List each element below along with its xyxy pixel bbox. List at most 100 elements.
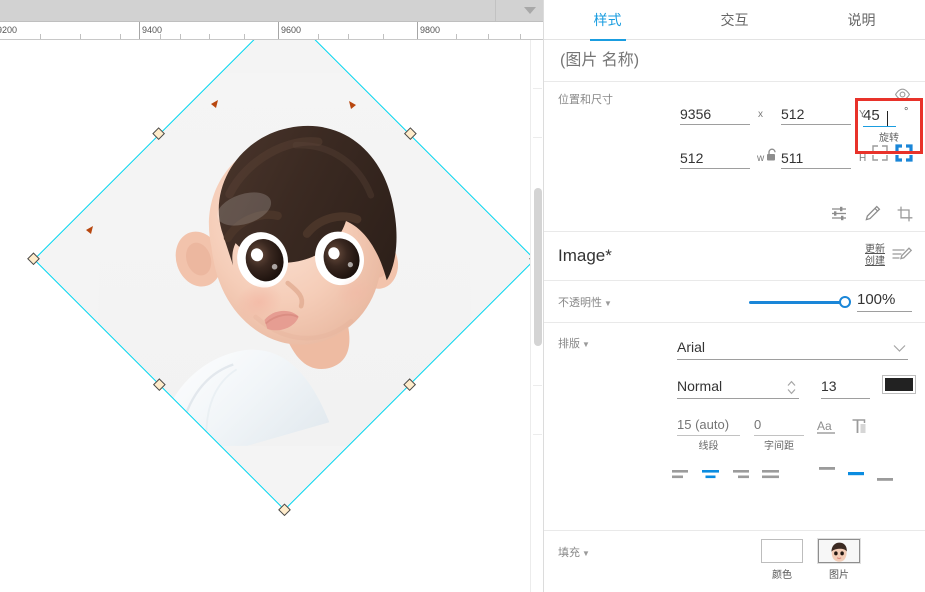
x-field[interactable] bbox=[680, 104, 750, 125]
width-suffix: w bbox=[757, 153, 765, 164]
avatar-artwork bbox=[98, 73, 471, 472]
align-left-icon[interactable] bbox=[672, 468, 691, 485]
width-field[interactable] bbox=[680, 148, 750, 169]
y-input[interactable] bbox=[781, 104, 851, 123]
height-suffix: H bbox=[859, 153, 867, 164]
y-field[interactable] bbox=[781, 104, 851, 125]
horizontal-ruler[interactable]: 9200 9400 9600 9800 bbox=[0, 22, 543, 40]
fill-section: 填充 ▼ 颜色 图片 bbox=[544, 531, 925, 592]
rotation-input[interactable] bbox=[863, 107, 896, 124]
opacity-section: 不透明性 ▼ bbox=[544, 281, 925, 323]
text-clear-format-icon[interactable] bbox=[851, 418, 867, 439]
font-weight-input[interactable] bbox=[677, 376, 799, 395]
opacity-label[interactable]: 不透明性 ▼ bbox=[558, 294, 612, 310]
svg-text:Aa: Aa bbox=[817, 419, 832, 433]
position-size-section: 位置和尺寸 x Y bbox=[544, 82, 925, 232]
resize-mode-icons bbox=[871, 144, 913, 165]
fit-icon[interactable] bbox=[871, 144, 889, 165]
font-family-field[interactable] bbox=[677, 337, 908, 360]
chevron-down-icon[interactable] bbox=[524, 7, 536, 14]
chevron-down-icon[interactable]: ▼ bbox=[582, 340, 590, 349]
object-name-row bbox=[544, 40, 925, 82]
tab-style[interactable]: 样式 bbox=[544, 0, 671, 40]
chevron-down-icon[interactable] bbox=[893, 342, 906, 356]
color-fill-swatch[interactable] bbox=[761, 539, 803, 563]
rotation-field[interactable] bbox=[863, 107, 896, 127]
line-height-label: 线段 bbox=[698, 441, 719, 452]
align-right-icon[interactable] bbox=[732, 468, 751, 485]
canvas-vertical-scrollbar[interactable] bbox=[530, 40, 543, 592]
rotation-label: 旋转 bbox=[879, 133, 899, 144]
x-input[interactable] bbox=[680, 104, 750, 123]
pencil-icon[interactable] bbox=[864, 205, 881, 225]
fill-label[interactable]: 填充 ▼ bbox=[558, 544, 590, 560]
panel-tab-bar: 样式 交互 说明 bbox=[544, 0, 925, 40]
letter-spacing-field[interactable] bbox=[754, 415, 804, 436]
align-bottom-icon[interactable] bbox=[877, 474, 895, 488]
fill-label-text: 填充 bbox=[558, 547, 580, 559]
unlock-icon[interactable] bbox=[766, 148, 778, 165]
adjust-sliders-icon[interactable] bbox=[831, 206, 848, 224]
height-input[interactable] bbox=[781, 148, 851, 167]
line-height-field[interactable] bbox=[677, 415, 740, 436]
fill-option-image[interactable]: 图片 bbox=[816, 539, 862, 581]
update-create-link[interactable]: 更新 创建 bbox=[865, 244, 885, 268]
create-label: 创建 bbox=[865, 256, 885, 267]
align-justify-icon[interactable] bbox=[762, 468, 781, 485]
align-center-icon[interactable] bbox=[702, 468, 721, 485]
fill-icon[interactable] bbox=[895, 144, 913, 165]
vertical-align-group bbox=[819, 467, 895, 482]
ruler-label: 9400 bbox=[139, 22, 162, 39]
fill-option-color[interactable]: 颜色 bbox=[759, 539, 805, 581]
text-caret bbox=[887, 111, 888, 126]
opacity-value-field[interactable] bbox=[857, 291, 912, 312]
selected-image-object[interactable] bbox=[27, 40, 542, 517]
horizontal-align-group bbox=[672, 468, 781, 485]
opacity-slider-track[interactable] bbox=[749, 301, 847, 304]
canvas-board[interactable] bbox=[0, 40, 543, 592]
ruler-label: 9800 bbox=[417, 22, 440, 39]
update-label: 更新 bbox=[865, 244, 885, 255]
image-name-label: Image* bbox=[558, 246, 612, 265]
degree-symbol: ° bbox=[904, 106, 909, 118]
font-size-field[interactable] bbox=[821, 376, 870, 399]
height-field[interactable] bbox=[781, 148, 851, 169]
canvas-area: 9200 9400 9600 9800 bbox=[0, 0, 543, 592]
scrollbar-thumb[interactable] bbox=[534, 188, 542, 346]
opacity-input[interactable] bbox=[857, 291, 912, 308]
edit-document-icon[interactable] bbox=[891, 245, 913, 268]
crop-icon[interactable] bbox=[897, 206, 913, 225]
ruler-label: 9600 bbox=[278, 22, 301, 39]
tab-interactions[interactable]: 交互 bbox=[671, 0, 798, 40]
chevron-down-icon[interactable]: ▼ bbox=[604, 299, 612, 308]
font-size-input[interactable] bbox=[821, 376, 870, 395]
width-input[interactable] bbox=[680, 148, 750, 167]
stepper-icon[interactable] bbox=[786, 379, 797, 399]
text-case-icons: Aa bbox=[817, 418, 867, 439]
typography-label[interactable]: 排版 ▼ bbox=[558, 335, 590, 351]
letter-spacing-label: 字间距 bbox=[764, 441, 794, 452]
toolbar-left-section bbox=[0, 0, 496, 21]
align-top-icon[interactable] bbox=[819, 463, 837, 477]
text-case-icon[interactable]: Aa bbox=[817, 418, 839, 439]
font-color-swatch[interactable] bbox=[882, 375, 916, 394]
align-middle-icon[interactable] bbox=[848, 468, 866, 482]
image-source-section: Image* 更新 创建 bbox=[544, 232, 925, 281]
image-object-body bbox=[33, 40, 536, 511]
font-weight-field[interactable] bbox=[677, 376, 799, 399]
line-height-input[interactable] bbox=[677, 415, 740, 434]
ruler-label: 9200 bbox=[0, 22, 17, 39]
object-name-input[interactable] bbox=[558, 50, 911, 71]
canvas-toolbar bbox=[0, 0, 543, 22]
font-family-input[interactable] bbox=[677, 337, 908, 356]
opacity-label-text: 不透明性 bbox=[558, 297, 602, 309]
chevron-down-icon[interactable]: ▼ bbox=[582, 549, 590, 558]
opacity-slider-knob[interactable] bbox=[839, 296, 851, 308]
letter-spacing-input[interactable] bbox=[754, 415, 804, 434]
x-suffix: x bbox=[758, 109, 763, 120]
image-fill-swatch[interactable] bbox=[818, 539, 860, 563]
typography-section: 排版 ▼ Arial Normal 13 15 (auto) 线段 0 字间距 … bbox=[544, 323, 925, 531]
app-root: 9200 9400 9600 9800 bbox=[0, 0, 925, 592]
typography-label-text: 排版 bbox=[558, 338, 580, 350]
tab-notes[interactable]: 说明 bbox=[798, 0, 925, 40]
